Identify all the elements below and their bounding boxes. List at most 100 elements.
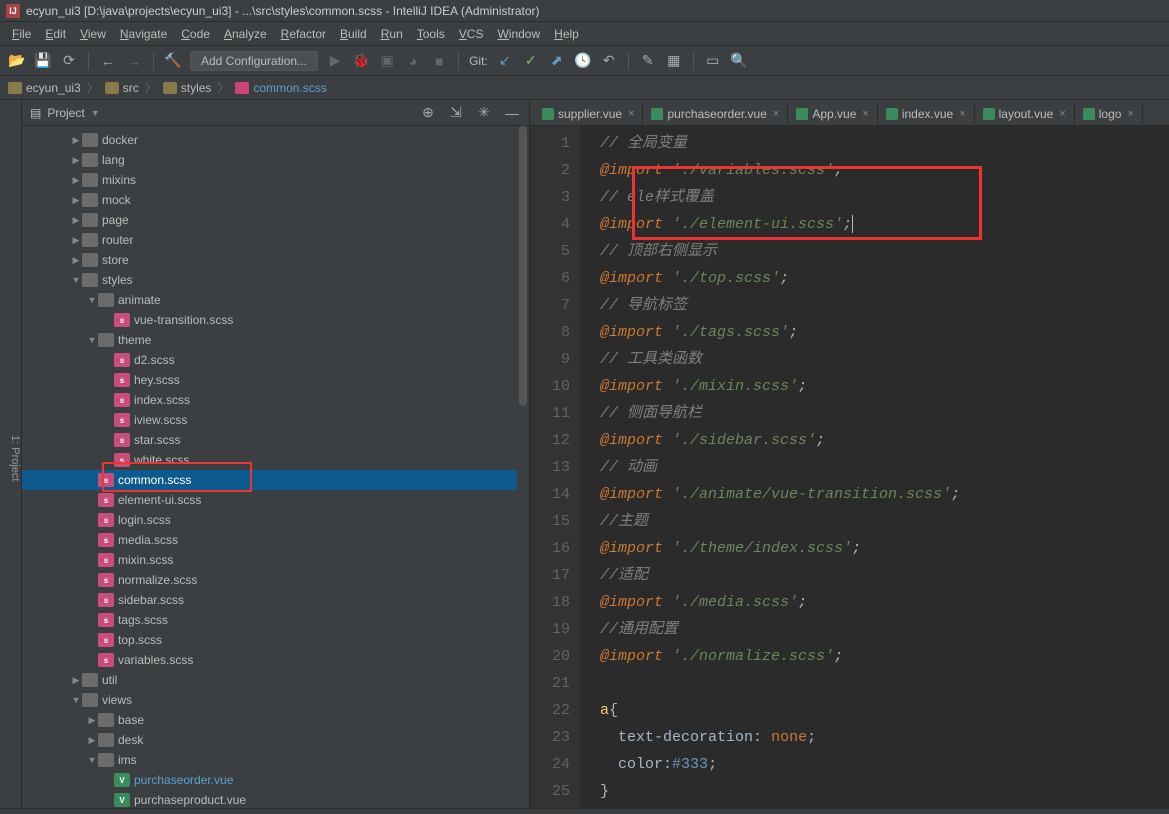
presentation-icon[interactable]: ▭ xyxy=(704,52,722,70)
tree-item[interactable]: white.scss xyxy=(22,450,529,470)
coverage-icon[interactable]: ▣ xyxy=(378,52,396,70)
tree-arrow-icon[interactable]: ▼ xyxy=(86,755,98,765)
project-tree[interactable]: ▶docker▶lang▶mixins▶mock▶page▶router▶sto… xyxy=(22,126,529,808)
menu-vcs[interactable]: VCS xyxy=(453,25,490,43)
open-icon[interactable]: 📂 xyxy=(8,52,26,70)
code-line[interactable]: //主题 xyxy=(600,508,1169,535)
menu-view[interactable]: View xyxy=(74,25,112,43)
code-line[interactable]: // 工具类函数 xyxy=(600,346,1169,373)
expand-icon[interactable]: ⇲ xyxy=(447,104,465,122)
menu-run[interactable]: Run xyxy=(375,25,409,43)
git-update-icon[interactable]: ↙ xyxy=(496,52,514,70)
code-line[interactable]: @import './theme/index.scss'; xyxy=(600,535,1169,562)
scrollbar-thumb[interactable] xyxy=(519,126,527,406)
ide-scripting-icon[interactable]: ✎ xyxy=(639,52,657,70)
tree-arrow-icon[interactable]: ▶ xyxy=(86,735,98,746)
tree-item[interactable]: d2.scss xyxy=(22,350,529,370)
stop-icon[interactable]: ■ xyxy=(430,52,448,70)
gear-icon[interactable]: ✳ xyxy=(475,104,493,122)
tree-item[interactable]: ▶store xyxy=(22,250,529,270)
tree-item[interactable]: ▶router xyxy=(22,230,529,250)
editor-tab[interactable]: purchaseorder.vue× xyxy=(643,103,788,125)
code-line[interactable]: //通用配置 xyxy=(600,616,1169,643)
git-compare-icon[interactable]: ⬈ xyxy=(548,52,566,70)
search-icon[interactable]: 🔍 xyxy=(730,52,748,70)
tree-arrow-icon[interactable]: ▶ xyxy=(70,215,82,226)
back-icon[interactable]: ← xyxy=(99,52,117,70)
scrollbar[interactable] xyxy=(517,126,529,808)
tree-item[interactable]: normalize.scss xyxy=(22,570,529,590)
tree-arrow-icon[interactable]: ▶ xyxy=(86,715,98,726)
tree-item[interactable]: ▶desk xyxy=(22,730,529,750)
build-icon[interactable]: 🔨 xyxy=(164,52,182,70)
editor-tab[interactable]: App.vue× xyxy=(788,103,877,125)
tree-arrow-icon[interactable]: ▶ xyxy=(70,195,82,206)
tree-item[interactable]: media.scss xyxy=(22,530,529,550)
menu-build[interactable]: Build xyxy=(334,25,373,43)
code-line[interactable]: } xyxy=(600,778,1169,805)
project-side-tab[interactable]: 1: Project xyxy=(0,100,22,808)
code-line[interactable]: //适配 xyxy=(600,562,1169,589)
code-line[interactable]: @import './mixin.scss'; xyxy=(600,373,1169,400)
code-line[interactable]: // 动画 xyxy=(600,454,1169,481)
menu-edit[interactable]: Edit xyxy=(39,25,72,43)
tree-item[interactable]: ▶docker xyxy=(22,130,529,150)
breadcrumb-item[interactable]: src xyxy=(105,81,139,95)
menu-analyze[interactable]: Analyze xyxy=(218,25,273,43)
tree-arrow-icon[interactable]: ▼ xyxy=(86,335,98,345)
save-icon[interactable]: 💾 xyxy=(34,52,52,70)
tree-item[interactable]: ▼styles xyxy=(22,270,529,290)
tree-item[interactable]: sidebar.scss xyxy=(22,590,529,610)
tree-item[interactable]: vue-transition.scss xyxy=(22,310,529,330)
tree-item[interactable]: ▼views xyxy=(22,690,529,710)
tree-item[interactable]: ▶mock xyxy=(22,190,529,210)
tree-arrow-icon[interactable]: ▼ xyxy=(70,695,82,705)
code-line[interactable]: @import './variables.scss'; xyxy=(600,157,1169,184)
code-line[interactable]: @import './media.scss'; xyxy=(600,589,1169,616)
git-revert-icon[interactable]: ↶ xyxy=(600,52,618,70)
tree-item[interactable]: ▶mixins xyxy=(22,170,529,190)
close-icon[interactable]: × xyxy=(628,108,634,120)
code-line[interactable]: // 侧面导航栏 xyxy=(600,400,1169,427)
editor-tab[interactable]: index.vue× xyxy=(878,103,975,125)
add-configuration-button[interactable]: Add Configuration... xyxy=(190,51,318,71)
tree-item[interactable]: purchaseorder.vue xyxy=(22,770,529,790)
code-line[interactable]: @import './element-ui.scss'; xyxy=(600,211,1169,238)
tree-arrow-icon[interactable]: ▶ xyxy=(70,135,82,146)
profile-icon[interactable]: ◕ xyxy=(404,52,422,70)
breadcrumb-item[interactable]: common.scss xyxy=(235,81,326,95)
tree-item[interactable]: variables.scss xyxy=(22,650,529,670)
tree-item[interactable]: ▼theme xyxy=(22,330,529,350)
breadcrumb-item[interactable]: styles xyxy=(163,81,212,95)
locate-icon[interactable]: ⊕ xyxy=(419,104,437,122)
tree-item[interactable]: common.scss xyxy=(22,470,529,490)
forward-icon[interactable]: → xyxy=(125,52,143,70)
tree-arrow-icon[interactable]: ▶ xyxy=(70,675,82,686)
menu-help[interactable]: Help xyxy=(548,25,585,43)
menu-code[interactable]: Code xyxy=(175,25,216,43)
menu-refactor[interactable]: Refactor xyxy=(275,25,332,43)
chevron-down-icon[interactable]: ▼ xyxy=(91,108,100,118)
run-icon[interactable]: ▶ xyxy=(326,52,344,70)
tree-arrow-icon[interactable]: ▼ xyxy=(86,295,98,305)
breadcrumb-item[interactable]: ecyun_ui3 xyxy=(8,81,81,95)
close-icon[interactable]: × xyxy=(862,108,868,120)
code-line[interactable]: text-decoration: none; xyxy=(600,724,1169,751)
code-line[interactable]: @import './tags.scss'; xyxy=(600,319,1169,346)
tree-item[interactable]: purchaseproduct.vue xyxy=(22,790,529,808)
tree-item[interactable]: star.scss xyxy=(22,430,529,450)
tree-arrow-icon[interactable]: ▶ xyxy=(70,235,82,246)
tree-item[interactable]: ▼animate xyxy=(22,290,529,310)
git-commit-icon[interactable]: ✓ xyxy=(522,52,540,70)
code-line[interactable]: // ele样式覆盖 xyxy=(600,184,1169,211)
tree-item[interactable]: ▶util xyxy=(22,670,529,690)
tree-arrow-icon[interactable]: ▶ xyxy=(70,255,82,266)
code-line[interactable]: @import './normalize.scss'; xyxy=(600,643,1169,670)
tree-item[interactable]: tags.scss xyxy=(22,610,529,630)
tree-item[interactable]: index.scss xyxy=(22,390,529,410)
code-line[interactable]: color:#333; xyxy=(600,751,1169,778)
tree-arrow-icon[interactable]: ▶ xyxy=(70,175,82,186)
close-icon[interactable]: × xyxy=(959,108,965,120)
tree-item[interactable]: ▶page xyxy=(22,210,529,230)
debug-icon[interactable]: 🐞 xyxy=(352,52,370,70)
